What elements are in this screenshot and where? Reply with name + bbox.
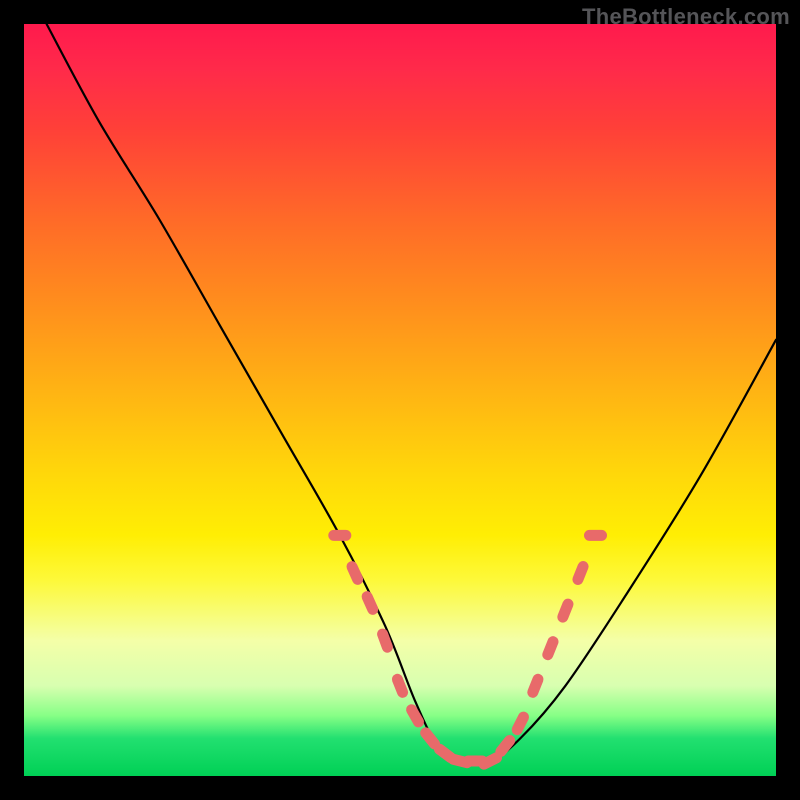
curve-layer: [24, 24, 776, 776]
highlight-dot: [426, 733, 435, 744]
highlight-dot: [517, 717, 523, 730]
highlight-dot: [367, 597, 373, 610]
highlight-dot: [548, 642, 553, 655]
highlight-dot: [578, 567, 583, 580]
highlight-dot: [383, 634, 388, 647]
highlight-dots-group: [334, 535, 602, 764]
highlight-dot: [352, 567, 358, 580]
highlight-dot: [533, 679, 538, 692]
plot-area: [24, 24, 776, 776]
chart-frame: TheBottleneck.com: [0, 0, 800, 800]
bottleneck-curve-path: [47, 24, 776, 763]
highlight-dot: [484, 758, 497, 764]
highlight-dot: [397, 679, 402, 692]
highlight-dot: [501, 741, 510, 752]
highlight-dot: [563, 604, 568, 617]
highlight-dot: [412, 710, 419, 722]
